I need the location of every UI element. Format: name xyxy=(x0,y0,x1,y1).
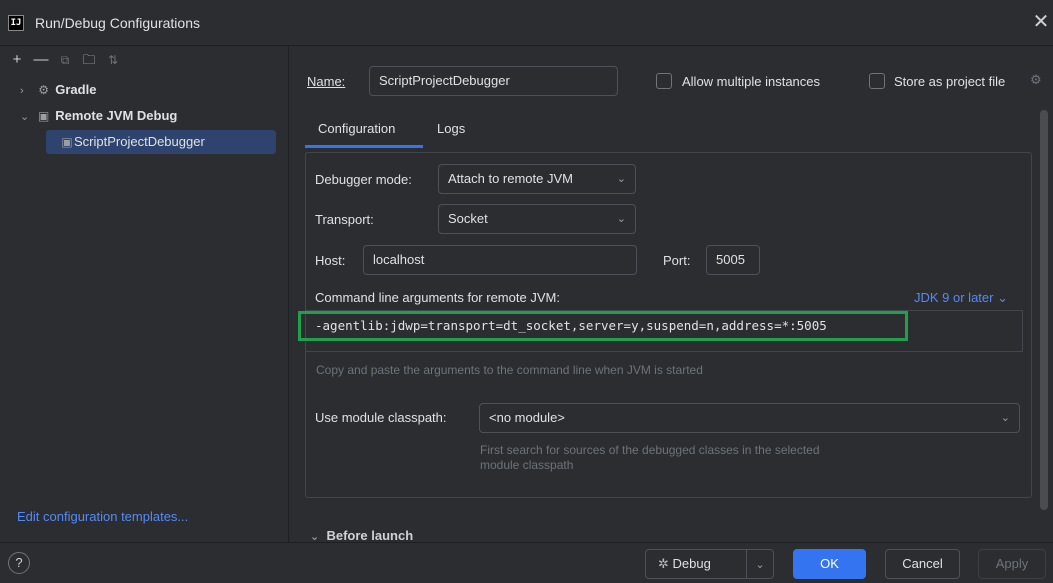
window-title: Run/Debug Configurations xyxy=(35,15,200,31)
jdk-version-selector[interactable]: JDK 9 or later ⌄ xyxy=(914,290,1008,306)
edit-templates-link[interactable]: Edit configuration templates... xyxy=(17,509,188,524)
remove-icon[interactable]: — xyxy=(32,51,50,69)
tree-item-gradle[interactable]: › ⚙ Gradle xyxy=(20,78,280,102)
module-classpath-dropdown[interactable]: <no module> ⌄ xyxy=(479,403,1020,433)
tree-item-remote-jvm-debug[interactable]: ⌄ ▣ Remote JVM Debug xyxy=(20,104,280,128)
port-input[interactable]: 5005 xyxy=(706,245,760,275)
debug-button-label: Debug xyxy=(672,556,711,571)
tree-item-label: ScriptProjectDebugger xyxy=(74,134,205,149)
intellij-app-icon: IJ xyxy=(8,15,24,31)
active-tab-indicator xyxy=(305,145,423,148)
port-label: Port: xyxy=(663,253,691,268)
chevron-down-icon: ⌄ xyxy=(616,173,626,185)
module-classpath-value: <no module> xyxy=(489,410,565,425)
chevron-down-icon: ⌄ xyxy=(616,213,626,225)
chevron-down-icon: ⌄ xyxy=(1000,412,1010,424)
transport-value: Socket xyxy=(448,211,488,226)
cmd-args-value: -agentlib:jdwp=transport=dt_socket,serve… xyxy=(315,318,827,333)
chevron-right-icon[interactable]: › xyxy=(20,79,32,103)
allow-multiple-checkbox[interactable] xyxy=(656,73,672,89)
debugger-mode-dropdown[interactable]: Attach to remote JVM ⌄ xyxy=(438,164,636,194)
transport-dropdown[interactable]: Socket ⌄ xyxy=(438,204,636,234)
help-button[interactable]: ? xyxy=(8,552,30,574)
jdk-version-text: JDK 9 or later xyxy=(914,290,994,305)
copy-icon[interactable]: ⧉ xyxy=(56,51,74,69)
tree-item-label: Gradle xyxy=(55,82,97,97)
tab-configuration[interactable]: Configuration xyxy=(318,121,395,136)
apply-button[interactable]: Apply xyxy=(978,549,1046,579)
allow-multiple-label: Allow multiple instances xyxy=(682,74,821,89)
folder-icon[interactable]: 🗀 xyxy=(80,51,98,69)
debug-button[interactable]: ✲ Debug xyxy=(645,549,747,579)
name-label: Name: xyxy=(307,74,345,89)
name-input[interactable]: ScriptProjectDebugger xyxy=(369,66,618,96)
cancel-button[interactable]: Cancel xyxy=(885,549,960,579)
remote-debug-icon: ▣ xyxy=(61,135,73,149)
store-as-project-file-label: Store as project file xyxy=(894,74,1006,89)
remote-debug-icon: ▣ xyxy=(37,109,50,123)
add-icon[interactable]: + xyxy=(8,51,26,69)
name-label-text: Name: xyxy=(307,74,346,89)
before-launch-section[interactable]: ⌄ Before launch xyxy=(310,528,413,542)
module-hint-line1: First search for sources of the debugged… xyxy=(480,443,820,457)
module-classpath-label: Use module classpath: xyxy=(315,410,447,425)
debug-dropdown-button[interactable]: ⌄ xyxy=(746,549,774,579)
close-icon[interactable]: ✕ xyxy=(1029,10,1053,34)
chevron-down-icon: ⌄ xyxy=(310,531,320,542)
tree-toolbar: + — ⧉ 🗀 ⇅ xyxy=(8,48,122,72)
tree-item-label: Remote JVM Debug xyxy=(55,108,178,123)
scrollbar[interactable] xyxy=(1040,110,1048,510)
debugger-mode-label: Debugger mode: xyxy=(315,172,412,187)
host-input[interactable]: localhost xyxy=(363,245,637,275)
gear-icon[interactable]: ⚙ xyxy=(1030,72,1042,88)
transport-label: Transport: xyxy=(315,212,374,227)
tree-item-scriptprojectdebugger[interactable]: ▣ScriptProjectDebugger xyxy=(46,130,276,154)
cmd-args-hint: Copy and paste the arguments to the comm… xyxy=(316,363,703,377)
store-as-project-file-checkbox[interactable] xyxy=(869,73,885,89)
debugger-mode-value: Attach to remote JVM xyxy=(448,171,573,186)
sort-icon[interactable]: ⇅ xyxy=(104,51,122,69)
host-label: Host: xyxy=(315,253,346,268)
before-launch-label: Before launch xyxy=(326,528,414,542)
chevron-down-icon: ⌄ xyxy=(755,559,765,571)
module-hint-line2: module classpath xyxy=(480,458,574,472)
gradle-icon: ⚙ xyxy=(38,83,49,97)
cmd-args-label: Command line arguments for remote JVM: xyxy=(315,290,560,305)
chevron-down-icon[interactable]: ⌄ xyxy=(20,105,32,129)
ok-button[interactable]: OK xyxy=(793,549,866,579)
tab-logs[interactable]: Logs xyxy=(437,121,465,136)
debug-bug-icon: ✲ xyxy=(658,556,669,571)
